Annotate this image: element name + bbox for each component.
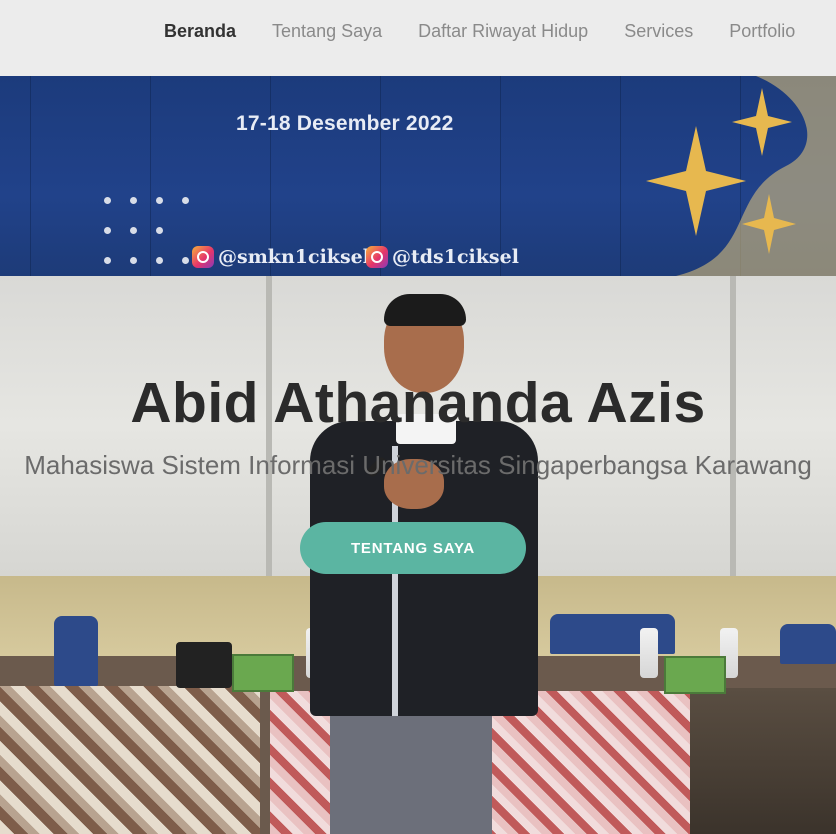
decor-dot [104,197,111,204]
decor-dot [182,257,189,264]
decor-dot [130,257,137,264]
person-legs [330,712,492,834]
tentang-saya-button[interactable]: TENTANG SAYA [300,522,526,574]
banner-date: 17-18 Desember 2022 [236,112,454,135]
table-batik-cloth [0,686,260,834]
instagram-handle-text: @smkn1ciksel [218,246,370,268]
instagram-icon [366,246,388,268]
instagram-icon [192,246,214,268]
banner-fold [150,76,151,276]
water-bottle [640,628,658,678]
nav-item-daftar-riwayat-hidup[interactable]: Daftar Riwayat Hidup [418,19,588,43]
decor-dot [156,197,163,204]
instagram-handle-text: @tds1ciksel [392,246,519,268]
decor-dot [104,257,111,264]
chair [54,616,98,686]
gold-stars-decoration [646,76,836,276]
snack-box [232,654,294,692]
table [690,688,836,834]
decor-dot [130,197,137,204]
person-hair [384,294,466,326]
nav-item-services[interactable]: Services [624,19,693,43]
navbar: Beranda Tentang Saya Daftar Riwayat Hidu… [0,0,836,76]
decor-dot [182,197,189,204]
speaker [176,642,232,688]
banner-fold [620,76,621,276]
decor-dot [104,227,111,234]
nav-item-tentang-saya[interactable]: Tentang Saya [272,19,382,43]
hero-background-banner: 17-18 Desember 2022 @smkn1ciksel @tds1ci… [0,76,836,276]
decor-dot [130,227,137,234]
nav-menu: Beranda Tentang Saya Daftar Riwayat Hidu… [164,19,831,43]
decor-dot [156,227,163,234]
nav-item-beranda[interactable]: Beranda [164,19,236,43]
instagram-handle-1: @smkn1ciksel [192,246,370,268]
hero-subtitle: Mahasiswa Sistem Informasi Universitas S… [24,450,812,480]
decor-dot [156,257,163,264]
instagram-handle-2: @tds1ciksel [366,246,519,268]
nav-item-portfolio[interactable]: Portfolio [729,19,795,43]
chair [780,624,836,664]
banner-fold [30,76,31,276]
snack-box [664,656,726,694]
hero-name: Abid Athananda Azis [130,371,706,435]
